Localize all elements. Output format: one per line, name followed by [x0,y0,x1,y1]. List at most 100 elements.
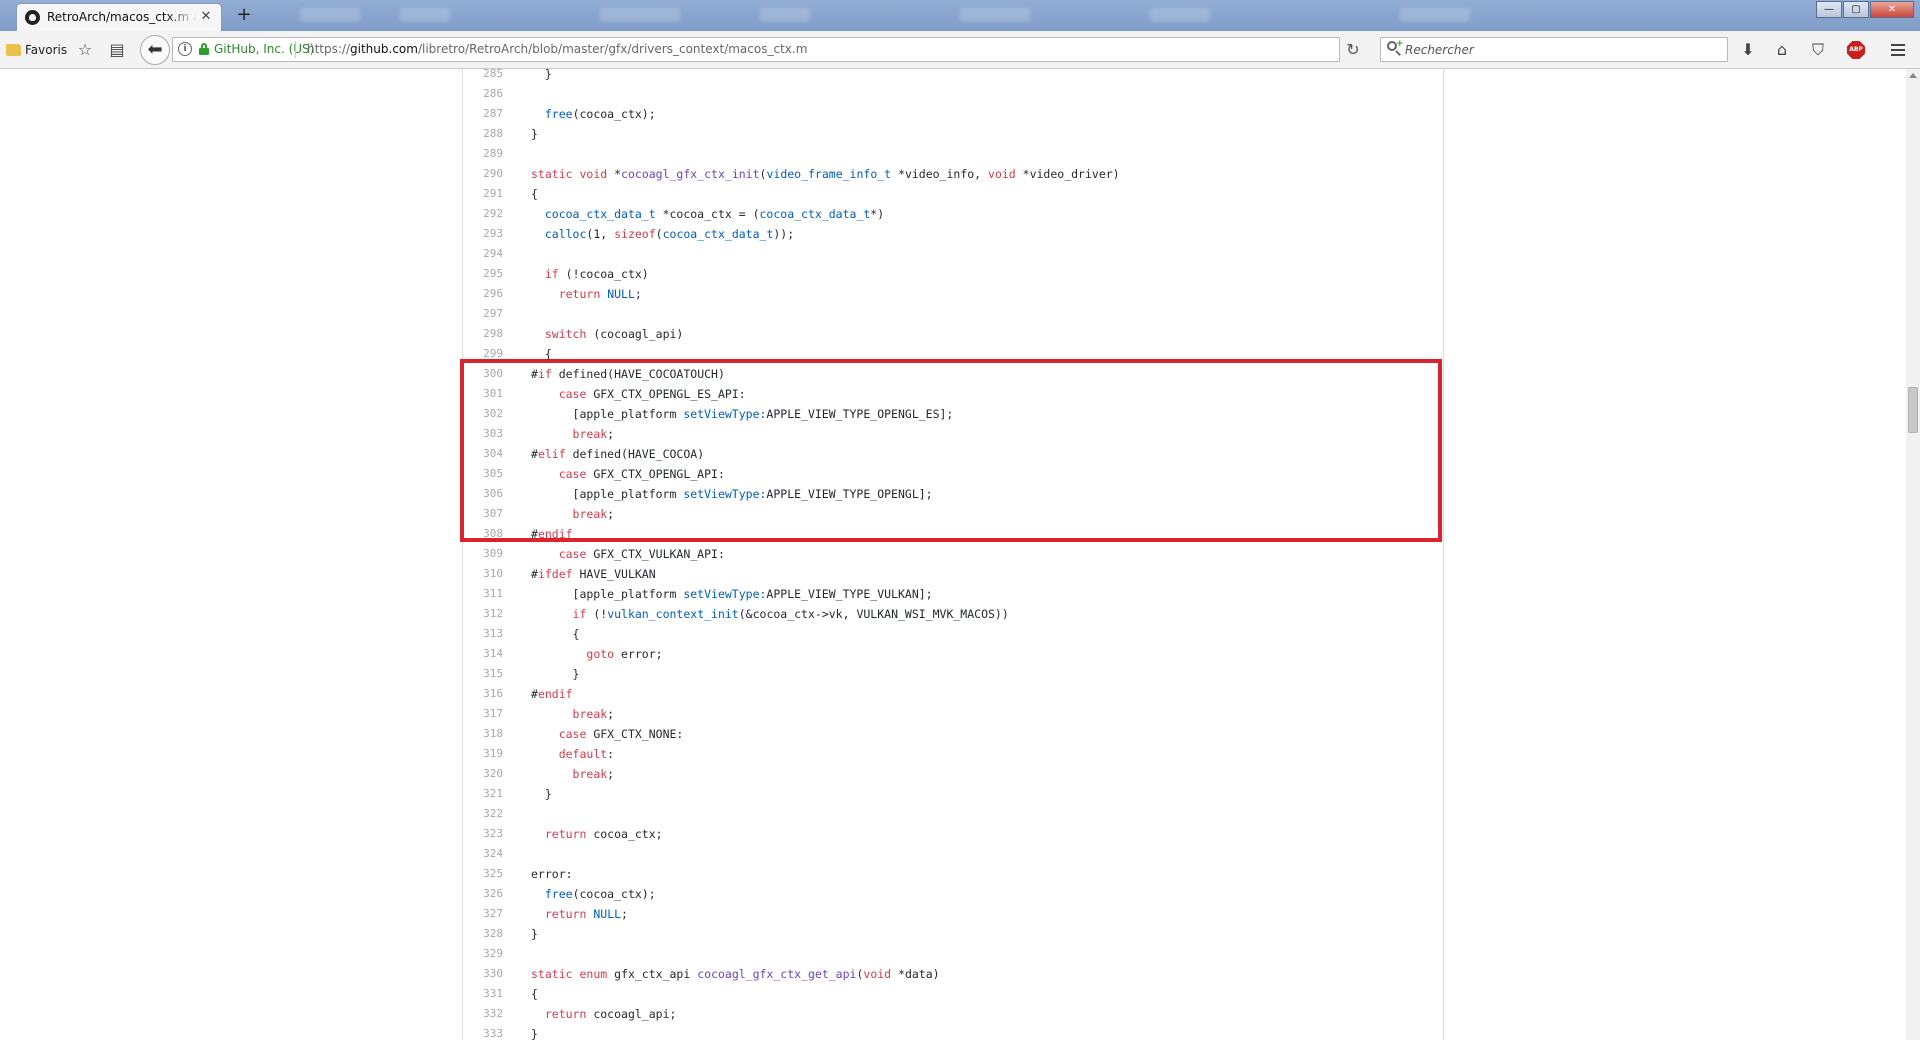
line-number[interactable]: 309 [463,544,503,564]
home-icon[interactable]: ⌂ [1772,40,1792,60]
line-number[interactable]: 287 [463,104,503,124]
line-number[interactable]: 308 [463,524,503,544]
reader-icon[interactable]: ▤ [107,40,127,60]
back-arrow-icon[interactable]: ⬅ [140,35,170,65]
code-token: enum [579,967,608,981]
line-number[interactable]: 299 [463,344,503,364]
line-number[interactable]: 330 [463,964,503,984]
line-number[interactable]: 323 [463,824,503,844]
line-number[interactable]: 311 [463,584,503,604]
url-text[interactable]: https://github.com/libretro/RetroArch/bl… [307,42,807,56]
line-number[interactable]: 292 [463,204,503,224]
line-number[interactable]: 307 [463,504,503,524]
lock-icon[interactable] [199,43,209,55]
line-number[interactable]: 332 [463,1004,503,1024]
blurred-background-tab [600,8,680,22]
line-number[interactable]: 319 [463,744,503,764]
search-bar[interactable]: + [1380,37,1728,62]
tab-close-icon[interactable]: ✕ [198,9,214,25]
maximize-button[interactable]: ▢ [1843,1,1869,18]
search-icon[interactable]: + [1387,39,1404,56]
line-number[interactable]: 324 [463,844,503,864]
code-token: *video_driver) [1015,167,1120,181]
line-number[interactable]: 316 [463,684,503,704]
line-number[interactable]: 315 [463,664,503,684]
star-icon[interactable]: ☆ [75,40,95,60]
line-code: switch (cocoagl_api) [531,324,683,344]
code-token: ; [607,507,615,521]
line-number[interactable]: 306 [463,484,503,504]
line-number[interactable]: 325 [463,864,503,884]
line-number[interactable]: 300 [463,364,503,384]
info-icon[interactable]: i [178,42,192,56]
page-scrollbar[interactable] [1906,69,1920,1040]
new-tab-button[interactable]: + [233,4,255,26]
code-line: 333} [463,1024,1441,1040]
minimize-button[interactable]: — [1816,1,1842,18]
reload-icon[interactable]: ↻ [1342,39,1364,61]
line-number[interactable]: 326 [463,884,503,904]
line-number[interactable]: 318 [463,724,503,744]
line-number[interactable]: 288 [463,124,503,144]
scroll-up-arrow-icon[interactable] [1909,73,1917,78]
line-number[interactable]: 321 [463,784,503,804]
line-number[interactable]: 327 [463,904,503,924]
menu-icon[interactable] [1888,40,1908,60]
line-number[interactable]: 329 [463,944,503,964]
line-number[interactable]: 302 [463,404,503,424]
line-number[interactable]: 313 [463,624,503,644]
code-token: # [531,447,538,461]
download-icon[interactable]: ⬇ [1738,40,1758,60]
adblock-icon[interactable]: ABP [1847,41,1865,59]
line-number[interactable]: 320 [463,764,503,784]
url-bar[interactable]: i GitHub, Inc. (US) https://github.com/l… [172,37,1340,62]
code-line: 293 calloc(1, sizeof(cocoa_ctx_data_t)); [463,224,1441,244]
line-number[interactable]: 298 [463,324,503,344]
site-identity[interactable]: GitHub, Inc. (US) [214,42,314,56]
line-number[interactable]: 290 [463,164,503,184]
line-number[interactable]: 303 [463,424,503,444]
code-line: 305 case GFX_CTX_OPENGL_API: [463,464,1441,484]
line-code: break; [531,504,615,524]
tab-active[interactable]: RetroArch/macos_ctx.m at master · libret… [16,3,222,31]
line-number[interactable]: 305 [463,464,503,484]
line-code: { [531,984,538,1004]
line-number[interactable]: 333 [463,1024,503,1040]
line-number[interactable]: 312 [463,604,503,624]
code-token: GFX_CTX_OPENGL_ES_API: [586,387,746,401]
line-number[interactable]: 286 [463,84,503,104]
code-token: { [531,627,580,641]
folder-icon[interactable] [6,44,21,56]
line-number[interactable]: 331 [463,984,503,1004]
line-number[interactable]: 285 [463,69,503,84]
bookmarks-label[interactable]: Favoris [25,43,67,57]
line-number[interactable]: 310 [463,564,503,584]
close-window-button[interactable]: ✕ [1870,1,1914,18]
line-number[interactable]: 317 [463,704,503,724]
line-code: #if defined(HAVE_COCOATOUCH) [531,364,725,384]
line-number[interactable]: 289 [463,144,503,164]
line-number[interactable]: 322 [463,804,503,824]
line-code: #endif [531,524,573,544]
line-number[interactable]: 296 [463,284,503,304]
line-number[interactable]: 314 [463,644,503,664]
line-number[interactable]: 304 [463,444,503,464]
scroll-thumb[interactable] [1908,387,1918,433]
search-input[interactable] [1405,40,1720,59]
code-token: (1, [586,227,615,241]
line-number[interactable]: 294 [463,244,503,264]
line-number[interactable]: 328 [463,924,503,944]
line-number[interactable]: 295 [463,264,503,284]
line-number[interactable]: 297 [463,304,503,324]
code-token: defined(HAVE_COCOA) [565,447,705,461]
line-number[interactable]: 293 [463,224,503,244]
line-code: goto error; [531,644,662,664]
line-code: break; [531,704,615,724]
pocket-icon[interactable]: ⛉ [1808,40,1828,60]
line-number[interactable]: 301 [463,384,503,404]
code-line: 291 { [463,184,1441,204]
line-number[interactable]: 291 [463,184,503,204]
